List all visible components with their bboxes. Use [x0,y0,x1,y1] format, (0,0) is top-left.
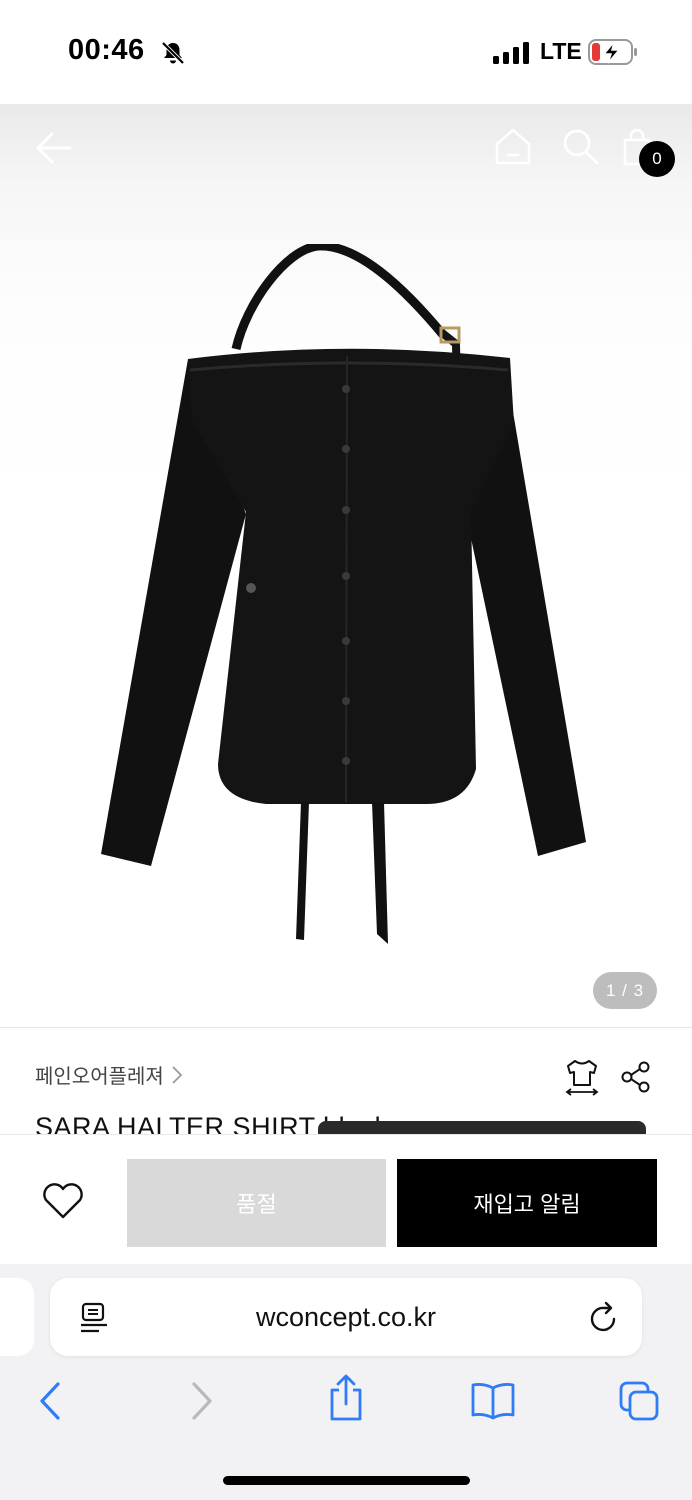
cart-count-badge: 0 [639,141,675,177]
browser-toolbar: wconcept.co.kr [0,1264,692,1500]
browser-back-icon[interactable] [36,1380,66,1422]
product-gallery[interactable]: 0 1 / 3 [0,104,692,1028]
soldout-button: 품절 [127,1159,386,1247]
brand-name: 페인오어플레져 [35,1066,164,1088]
status-time: 00:46 [68,34,145,66]
search-icon[interactable] [560,126,600,166]
browser-forward-icon[interactable] [186,1380,216,1422]
status-bar: 00:46 LTE [0,0,692,104]
previous-tab-preview[interactable] [0,1278,34,1356]
heart-icon[interactable] [40,1181,86,1221]
cellular-signal-icon [493,42,529,64]
carrier-label: LTE [540,38,582,64]
purchase-action-bar: 품절 재입고 알림 [0,1134,692,1264]
battery-charging-icon [588,39,637,65]
bookmarks-icon[interactable] [470,1380,516,1422]
product-image [101,244,586,944]
chevron-right-icon [172,1065,183,1084]
back-arrow-icon[interactable] [34,128,74,168]
tabs-icon[interactable] [618,1380,660,1422]
home-icon[interactable] [493,126,533,166]
brand-link[interactable]: 페인오어플레져 [35,1060,184,1089]
bell-slash-icon [161,41,185,65]
size-tooltip [318,1121,646,1135]
address-bar[interactable]: wconcept.co.kr [50,1278,642,1356]
divider [0,1027,692,1028]
gallery-page-indicator: 1 / 3 [593,972,657,1009]
reload-icon[interactable] [588,1300,620,1334]
size-guide-icon[interactable] [564,1058,600,1096]
restock-alert-button[interactable]: 재입고 알림 [397,1159,657,1247]
url-text: wconcept.co.kr [255,1302,437,1332]
share-icon[interactable] [620,1061,652,1093]
share-sheet-icon[interactable] [326,1374,366,1422]
home-indicator[interactable] [223,1476,470,1485]
